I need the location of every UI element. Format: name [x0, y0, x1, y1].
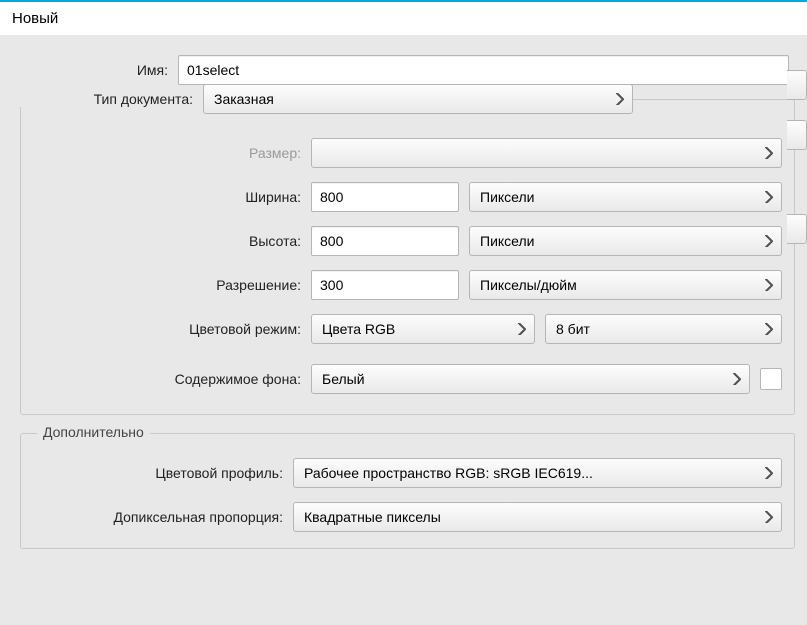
main-fieldset: Тип документа: Заказная Размер: Ширина: … [20, 99, 795, 415]
height-unit-select[interactable]: Пиксели [469, 226, 782, 256]
resolution-label: Разрешение: [21, 277, 311, 293]
width-unit-select[interactable]: Пиксели [469, 182, 782, 212]
advanced-fieldset: Дополнительно Цветовой профиль: Рабочее … [20, 433, 795, 549]
advanced-legend: Дополнительно [37, 424, 150, 440]
width-unit-value: Пиксели [480, 189, 755, 205]
name-input[interactable] [178, 55, 789, 85]
width-input[interactable] [311, 182, 459, 212]
dialog-body: Имя: Тип документа: Заказная Размер: Шир… [0, 35, 807, 559]
bitdepth-value: 8 бит [556, 321, 755, 337]
height-input[interactable] [311, 226, 459, 256]
name-row: Имя: [8, 55, 795, 85]
colormode-label: Цветовой режим: [21, 321, 311, 337]
colormode-value: Цвета RGB [322, 321, 508, 337]
colorprofile-value: Рабочее пространство RGB: sRGB IEC619... [304, 465, 755, 481]
dialog-title: Новый [0, 2, 807, 35]
resolution-unit-select[interactable]: Пикселы/дюйм [469, 270, 782, 300]
pixelaspect-value: Квадратные пикселы [304, 509, 755, 525]
pixelaspect-select[interactable]: Квадратные пикселы [293, 502, 782, 532]
colorprofile-label: Цветовой профиль: [21, 465, 293, 481]
name-label: Имя: [8, 62, 178, 78]
bitdepth-select[interactable]: 8 бит [545, 314, 782, 344]
side-button-2[interactable] [787, 120, 807, 150]
doctype-label: Тип документа: [15, 91, 203, 107]
colorprofile-select[interactable]: Рабочее пространство RGB: sRGB IEC619... [293, 458, 782, 488]
size-label: Размер: [21, 145, 311, 161]
doctype-select[interactable]: Заказная [203, 84, 633, 114]
height-label: Высота: [21, 233, 311, 249]
side-button-1[interactable] [787, 70, 807, 100]
size-select[interactable] [311, 138, 782, 168]
width-label: Ширина: [21, 189, 311, 205]
background-color-swatch[interactable] [760, 368, 782, 390]
doctype-value: Заказная [214, 91, 606, 107]
background-label: Содержимое фона: [21, 371, 311, 387]
resolution-input[interactable] [311, 270, 459, 300]
colormode-select[interactable]: Цвета RGB [311, 314, 535, 344]
height-unit-value: Пиксели [480, 233, 755, 249]
pixelaspect-label: Допиксельная пропорция: [21, 509, 293, 525]
background-value: Белый [322, 371, 723, 387]
resolution-unit-value: Пикселы/дюйм [480, 277, 755, 293]
background-select[interactable]: Белый [311, 364, 750, 394]
side-button-3[interactable] [787, 214, 807, 244]
